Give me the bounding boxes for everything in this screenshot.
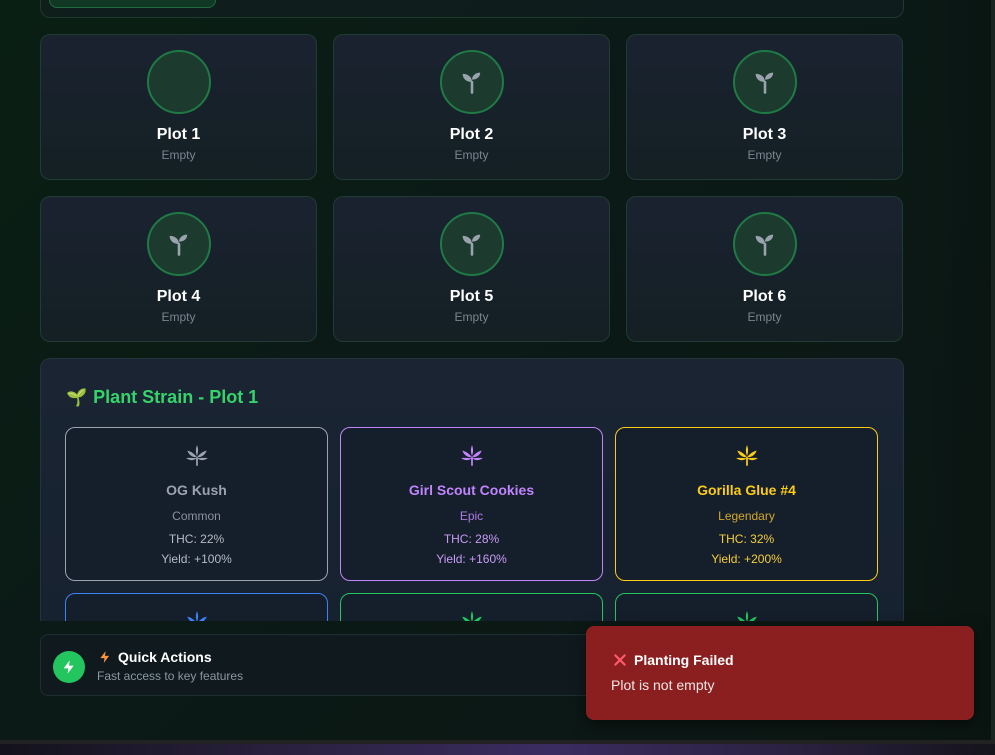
strain-thc: THC: 32% <box>718 532 775 546</box>
bottom-taskbar <box>0 740 995 755</box>
top-panel-button[interactable] <box>49 0 216 8</box>
plot-card-5[interactable]: Plot 5 Empty <box>333 196 610 342</box>
strain-thc: THC: 28% <box>443 532 500 546</box>
strain-name: Girl Scout Cookies <box>408 482 535 498</box>
strain-yield: Yield: +160% <box>436 552 507 566</box>
plot-status: Empty <box>161 148 196 162</box>
quick-actions-title-text: Quick Actions <box>118 649 212 665</box>
plot-card-6[interactable]: Plot 6 Empty <box>626 196 903 342</box>
plot-name: Plot 6 <box>742 288 787 305</box>
strain-yield: Yield: +100% <box>161 552 232 566</box>
plot-name: Plot 1 <box>156 126 201 143</box>
sprout-icon <box>732 50 797 114</box>
plot-status: Empty <box>747 310 782 324</box>
lightning-icon <box>53 651 85 683</box>
strain-card-og-kush[interactable]: OG Kush Common THC: 22% Yield: +100% <box>65 427 328 581</box>
leaf-icon <box>734 443 760 474</box>
plant-strain-panel: 🌱 Plant Strain - Plot 1 OG Kush Common T… <box>40 358 904 621</box>
plot-card-3[interactable]: Plot 3 Empty <box>626 34 903 180</box>
strain-card-girl-scout-cookies[interactable]: Girl Scout Cookies Epic THC: 28% Yield: … <box>340 427 603 581</box>
plot-empty-icon <box>146 50 211 114</box>
strain-card-partial-2[interactable] <box>340 593 603 621</box>
close-icon <box>614 654 626 666</box>
strain-card-partial-1[interactable] <box>65 593 328 621</box>
plot-name: Plot 3 <box>742 126 787 143</box>
plot-name: Plot 4 <box>156 288 201 305</box>
quick-actions-title: Quick Actions <box>98 649 212 665</box>
scrollbar[interactable] <box>991 0 995 740</box>
strain-yield: Yield: +200% <box>711 552 782 566</box>
plot-card-1[interactable]: Plot 1 Empty <box>40 34 317 180</box>
plot-status: Empty <box>161 310 196 324</box>
strain-name: OG Kush <box>166 482 227 498</box>
strain-card-partial-3[interactable] <box>615 593 878 621</box>
plot-card-4[interactable]: Plot 4 Empty <box>40 196 317 342</box>
plot-status: Empty <box>454 310 489 324</box>
strain-panel-title-text: Plant Strain - Plot 1 <box>93 387 259 407</box>
strain-rarity: Epic <box>459 509 484 523</box>
leaf-icon <box>734 609 760 621</box>
top-panel <box>40 0 904 18</box>
toast-title-text: Planting Failed <box>634 652 734 668</box>
bolt-icon <box>100 651 110 663</box>
leaf-icon <box>459 609 485 621</box>
strain-thc: THC: 22% <box>168 532 225 546</box>
leaf-icon <box>184 609 210 621</box>
strain-name: Gorilla Glue #4 <box>697 482 796 498</box>
plot-status: Empty <box>454 148 489 162</box>
leaf-icon <box>459 443 485 474</box>
toast-title: Planting Failed <box>612 652 734 668</box>
error-toast[interactable]: Planting Failed Plot is not empty <box>586 626 974 720</box>
plot-name: Plot 2 <box>449 126 494 143</box>
strain-card-gorilla-glue[interactable]: Gorilla Glue #4 Legendary THC: 32% Yield… <box>615 427 878 581</box>
toast-message: Plot is not empty <box>611 677 715 693</box>
plot-name: Plot 5 <box>449 288 494 305</box>
strain-rarity: Legendary <box>718 509 775 523</box>
plot-card-2[interactable]: Plot 2 Empty <box>333 34 610 180</box>
sprout-icon <box>439 50 504 114</box>
strain-panel-title: 🌱 Plant Strain - Plot 1 <box>66 387 258 408</box>
quick-actions-subtitle: Fast access to key features <box>97 669 244 683</box>
sprout-icon <box>146 212 211 276</box>
strain-rarity: Common <box>172 509 221 523</box>
sprout-icon <box>439 212 504 276</box>
seedling-icon: 🌱 <box>66 387 88 407</box>
sprout-icon <box>732 212 797 276</box>
plot-status: Empty <box>747 148 782 162</box>
quick-actions-bar[interactable]: Quick Actions Fast access to key feature… <box>40 634 602 696</box>
leaf-icon <box>184 443 210 474</box>
